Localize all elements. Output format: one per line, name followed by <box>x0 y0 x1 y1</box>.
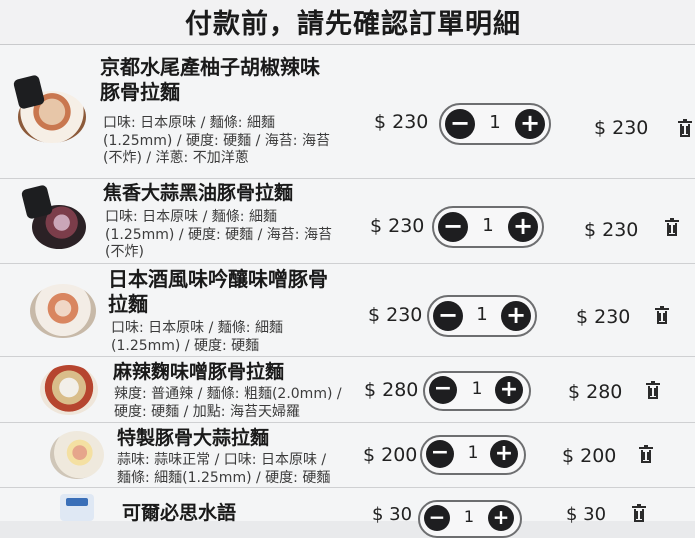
item-subtotal: $ 230 <box>594 117 649 139</box>
item-subtotal: $ 230 <box>576 306 631 328</box>
item-name: 特製豚骨大蒜拉麵 <box>117 427 270 449</box>
item-name: 焦香大蒜黑油豚骨拉麵 <box>103 182 294 204</box>
order-item-1: 京都水尾產柚子胡椒辣味 豚骨拉麵 口味: 日本原味 / 麵條: 細麵 (1.25… <box>0 45 695 179</box>
item-subtotal: $ 280 <box>568 381 623 403</box>
item-subtotal: $ 200 <box>562 445 617 467</box>
quantity-value: 1 <box>471 379 483 399</box>
order-item-4: 麻辣麴味噌豚骨拉麵 辣度: 普通辣 / 麵條: 粗麵(2.0mm) / 硬度: … <box>0 357 695 423</box>
plus-icon[interactable]: + <box>490 440 518 468</box>
page-title: 付款前，請先確認訂單明細 <box>185 9 521 40</box>
unit-price: $ 200 <box>363 444 418 466</box>
item-photo <box>12 71 88 145</box>
item-name: 可爾必思水語 <box>122 502 237 524</box>
item-options: 蒜味: 蒜味正常 / 口味: 日本原味 / 麵條: 細麵(1.25mm) / 硬… <box>117 452 331 486</box>
item-photo <box>40 363 100 417</box>
plus-icon[interactable]: + <box>515 109 545 139</box>
quantity-stepper[interactable]: − 1 + <box>423 371 531 411</box>
plus-icon[interactable]: + <box>508 212 538 242</box>
order-item-3: 日本酒風味吟釀味噌豚骨 拉麵 口味: 日本原味 / 麵條: 細麵 (1.25mm… <box>0 264 695 357</box>
order-item-6: 可爾必思水語 $ 30 − 1 + $ 30 <box>0 488 695 538</box>
trash-icon[interactable] <box>655 306 669 324</box>
quantity-stepper[interactable]: − 1 + <box>432 206 544 248</box>
quantity-stepper[interactable]: − 1 + <box>420 435 526 475</box>
item-photo <box>20 184 88 251</box>
minus-icon[interactable]: − <box>426 440 454 468</box>
item-name: 日本酒風味吟釀味噌豚骨 拉麵 <box>108 267 328 316</box>
plus-icon[interactable]: + <box>501 301 531 331</box>
order-item-5: 特製豚骨大蒜拉麵 蒜味: 蒜味正常 / 口味: 日本原味 / 麵條: 細麵(1.… <box>0 423 695 488</box>
minus-icon[interactable]: − <box>445 109 475 139</box>
item-photo <box>50 429 106 481</box>
minus-icon[interactable]: − <box>438 212 468 242</box>
item-options: 口味: 日本原味 / 麵條: 細麵 (1.25mm) / 硬度: 硬麵 <box>111 320 283 354</box>
item-options: 口味: 日本原味 / 麵條: 細麵 (1.25mm) / 硬度: 硬麵 / 海苔… <box>103 115 330 166</box>
quantity-value: 1 <box>482 215 494 236</box>
item-photo <box>60 494 94 521</box>
minus-icon[interactable]: − <box>424 505 450 531</box>
quantity-value: 1 <box>463 507 475 526</box>
item-name: 麻辣麴味噌豚骨拉麵 <box>113 361 285 383</box>
quantity-stepper[interactable]: − 1 + <box>427 295 537 337</box>
trash-icon[interactable] <box>646 381 660 399</box>
item-photo <box>28 280 98 342</box>
quantity-stepper[interactable]: − 1 + <box>439 103 551 145</box>
quantity-stepper[interactable]: − 1 + <box>418 500 522 538</box>
trash-icon[interactable] <box>678 119 692 137</box>
unit-price: $ 280 <box>364 379 419 401</box>
quantity-value: 1 <box>489 112 501 133</box>
minus-icon[interactable]: − <box>429 376 457 404</box>
plus-icon[interactable]: + <box>488 505 514 531</box>
trash-icon[interactable] <box>665 218 679 236</box>
item-options: 辣度: 普通辣 / 麵條: 粗麵(2.0mm) / 硬度: 硬麵 / 加點: 海… <box>114 386 342 420</box>
item-name: 京都水尾產柚子胡椒辣味 豚骨拉麵 <box>100 55 320 104</box>
item-subtotal: $ 30 <box>566 504 607 525</box>
quantity-value: 1 <box>476 304 488 325</box>
unit-price: $ 30 <box>372 504 413 525</box>
plus-icon[interactable]: + <box>495 376 523 404</box>
unit-price: $ 230 <box>370 215 425 237</box>
quantity-value: 1 <box>467 443 479 463</box>
trash-icon[interactable] <box>632 504 646 522</box>
unit-price: $ 230 <box>374 111 429 133</box>
trash-icon[interactable] <box>639 445 653 463</box>
minus-icon[interactable]: − <box>433 301 463 331</box>
item-subtotal: $ 230 <box>584 219 639 241</box>
item-options: 口味: 日本原味 / 麵條: 細麵 (1.25mm) / 硬度: 硬麵 / 海苔… <box>105 209 332 260</box>
page-header: 付款前，請先確認訂單明細 <box>0 0 695 45</box>
unit-price: $ 230 <box>368 304 423 326</box>
order-item-2: 焦香大蒜黑油豚骨拉麵 口味: 日本原味 / 麵條: 細麵 (1.25mm) / … <box>0 179 695 264</box>
